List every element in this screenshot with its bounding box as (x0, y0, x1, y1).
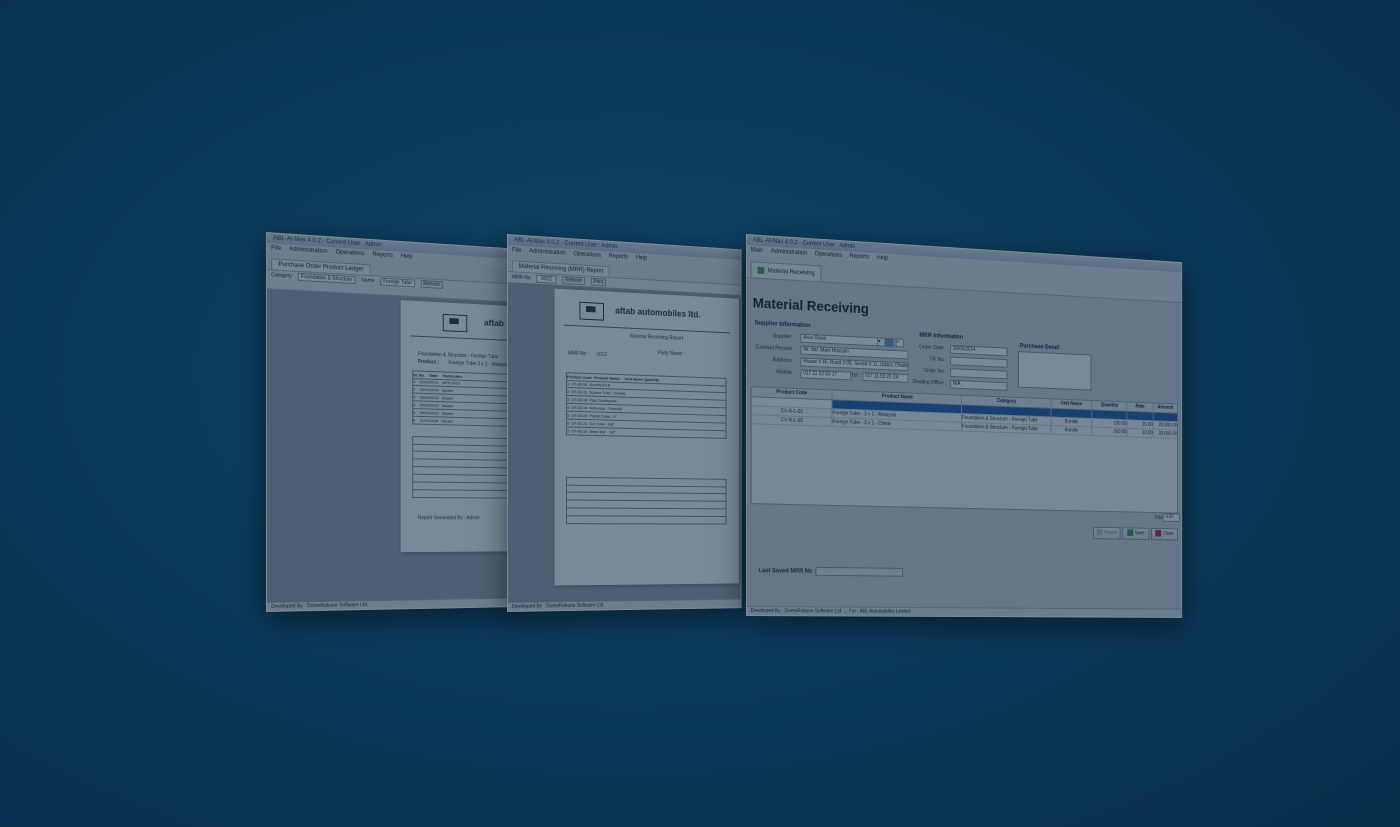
form-title: Material Receiving (753, 294, 869, 316)
mobile-label: Mobile : (751, 368, 795, 376)
refresh-button[interactable]: Refresh (563, 276, 585, 285)
report-footer: Report Generated By : Admin (418, 515, 480, 521)
contact-label: Contact Person : (751, 344, 795, 352)
order-date-input[interactable]: 20/05/2014 (950, 345, 1007, 356)
menu-administration[interactable]: Administration (771, 247, 807, 259)
mrr-no-label: MRR No (512, 274, 531, 281)
purchase-detail-label: Purchase Detail (1020, 344, 1059, 352)
dealing-office-select[interactable]: N/A (950, 380, 1007, 391)
divider (564, 325, 730, 334)
mrr-no-label: MRR No : (568, 350, 589, 357)
menu-item[interactable]: Help (401, 252, 413, 262)
last-saved-value (816, 567, 903, 577)
menu-item[interactable]: Operations (573, 249, 601, 261)
add-icon: + (896, 339, 899, 345)
product-grid: Product Code Product Name Category Unit … (751, 386, 1178, 513)
divider (410, 335, 522, 341)
company-logo (579, 302, 604, 321)
tr-no-label: TR No : (905, 355, 947, 363)
save-button[interactable]: Save (1122, 527, 1149, 540)
report-icon (1096, 529, 1102, 536)
tel-input[interactable]: 017 11 53 21 24 (862, 372, 908, 383)
address-label: Address : (751, 356, 795, 364)
report-viewer-area: aftab automobiles ltd. Material Receivin… (508, 282, 741, 603)
menu-help[interactable]: Help (877, 253, 888, 263)
menu-item[interactable]: Operations (336, 247, 365, 259)
col-amount[interactable]: Amount (1154, 403, 1178, 412)
table-row: 6 11/03/2014 Issued (412, 417, 519, 427)
form-body: Material Receiving Supplier Information … (747, 278, 1181, 610)
tr-no-input[interactable] (950, 357, 1007, 368)
supplier-dropdown[interactable]: ▾ (877, 337, 885, 346)
cart-icon (758, 267, 765, 274)
table-row (412, 490, 519, 498)
report-page: aftab automobiles ltd. Material Receivin… (555, 289, 739, 586)
order-no-label: Order No : (905, 367, 947, 375)
close-button[interactable]: Close (1151, 528, 1178, 541)
total-value: 0.00 (1163, 513, 1180, 522)
close-icon (1155, 530, 1161, 537)
ledger-report-window: ABL-Al-Mas 4.0.2 - Current User : Admin … (266, 232, 522, 612)
report-button[interactable]: Report (1093, 527, 1120, 540)
supplier-group-label: Supplier Information (755, 320, 811, 329)
chevron-down-icon: ▾ (878, 338, 880, 344)
refresh-button[interactable]: Refresh (420, 280, 442, 289)
col-quantity[interactable]: Quantity (1092, 401, 1127, 411)
dealing-office-label: Dealing Office : (905, 379, 947, 387)
mrr-no-input[interactable]: 0012 (536, 275, 556, 284)
purchase-detail-textarea[interactable] (1018, 351, 1091, 390)
name-label: Name (361, 277, 374, 284)
add-supplier-button[interactable]: + (896, 338, 904, 347)
status-bar: Developed By : DomeRokune Software Ltd. … (747, 606, 1181, 617)
menu-main[interactable]: Main (751, 245, 763, 256)
col-rate[interactable]: Rate (1127, 402, 1153, 411)
category-label: Category (271, 272, 292, 279)
supplier-input[interactable]: Arun Rana (800, 334, 879, 347)
table-row (566, 516, 726, 524)
company-name: aftab automobiles ltd. (615, 306, 700, 320)
plus-icon (1127, 529, 1133, 536)
company-logo (443, 314, 467, 332)
status-bar: Developed By : DomeRokune Software Ltd. (508, 599, 741, 611)
brand-text: aftab (484, 318, 504, 328)
report-title: Material Receiving Report (630, 334, 683, 342)
menu-item[interactable]: File (271, 243, 281, 254)
material-receiving-window: ABL-Al-Mas 4.0.2 - Current User : Admin … (746, 234, 1182, 618)
mrr-no-value: 0012 (596, 352, 606, 358)
mrr-group-label: MRR Information (919, 333, 963, 341)
supplier-label: Supplier : (751, 332, 795, 340)
search-supplier-button[interactable] (885, 338, 893, 347)
menu-operations[interactable]: Operations (815, 249, 843, 261)
print-button[interactable]: Print (591, 278, 606, 287)
party-name-label: Party Name : (658, 350, 685, 357)
menu-item[interactable]: File (512, 245, 521, 256)
order-date-label: Order Date : (905, 344, 947, 352)
menu-item[interactable]: Reports (609, 251, 629, 262)
col-unit-name[interactable]: Unit Name (1051, 399, 1092, 409)
menu-item[interactable]: Help (636, 253, 647, 263)
menu-reports[interactable]: Reports (850, 251, 870, 262)
product-label: Product : (418, 359, 439, 366)
report-page: aftab Foundation & Structure - Foreign T… (401, 300, 522, 552)
product-value: Foreign Tube 3 x 1 - Malaysia (448, 360, 509, 368)
screenshot-stage: ABL-Al-Mas 4.0.2 - Current User : Admin … (0, 0, 1400, 827)
order-no-input[interactable] (950, 368, 1007, 379)
menu-item[interactable]: Reports (372, 250, 392, 261)
report-viewer-area: aftab Foundation & Structure - Foreign T… (267, 289, 521, 603)
last-saved-label: Last Saved MRR No : (758, 568, 815, 575)
mrr-report-window: ABL-Al-Mas 4.0.2 - Current User : Admin … (507, 234, 742, 612)
